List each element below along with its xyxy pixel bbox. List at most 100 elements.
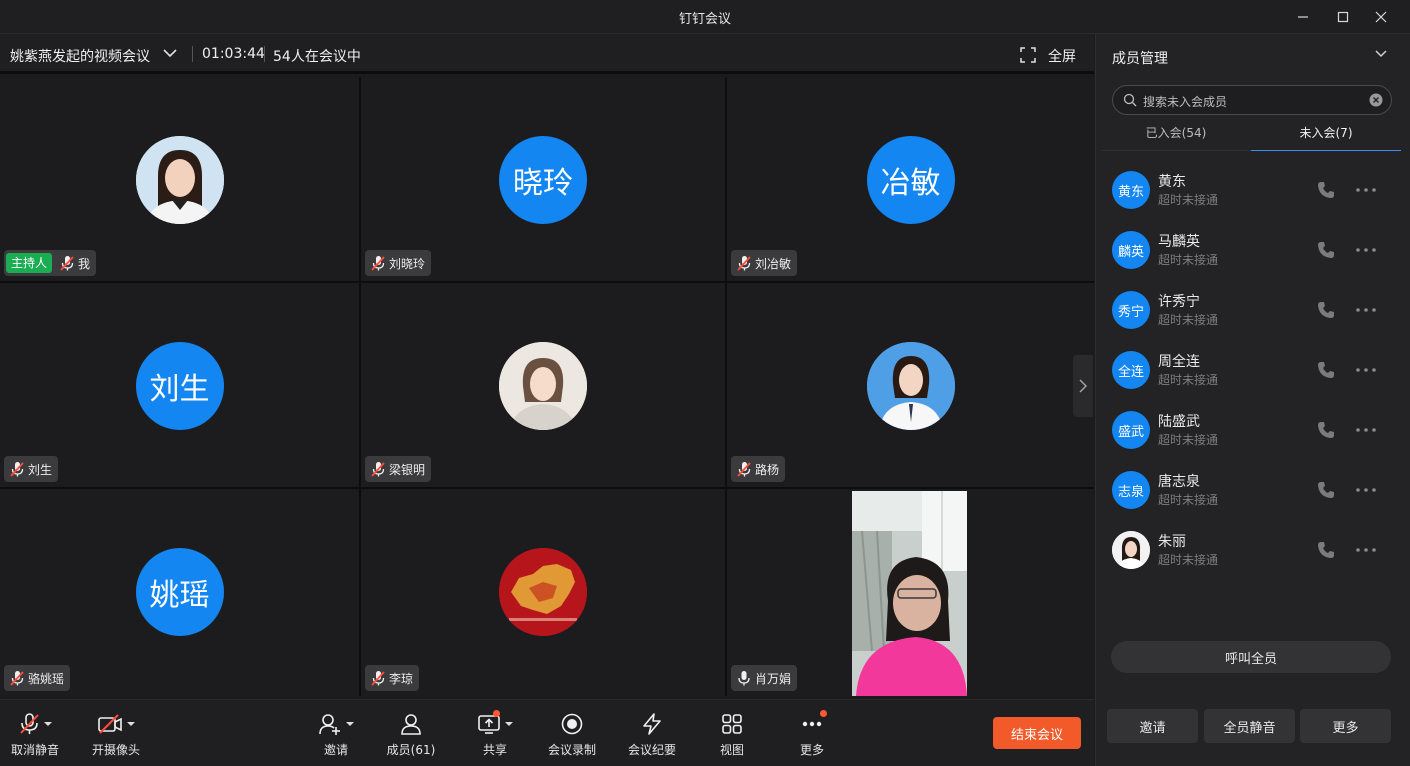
participant-nametag: 主持人 我	[4, 250, 97, 276]
search-input[interactable]: 搜索未入会成员	[1112, 85, 1392, 115]
participant-name: 梁银明	[389, 462, 426, 477]
avatar	[499, 342, 587, 430]
member-status: 超时未接通	[1158, 373, 1219, 387]
more-button[interactable]: 更多	[772, 710, 852, 758]
person-photo-icon	[499, 342, 587, 430]
participant-nametag: 骆姚瑶	[4, 665, 71, 691]
video-tile[interactable]: 主持人 我	[0, 77, 359, 281]
list-item[interactable]: 全连 周全连 超时未接通	[1112, 351, 1396, 411]
participant-name: 骆姚瑶	[28, 671, 65, 686]
mic-muted-icon	[10, 462, 24, 477]
participant-name: 刘冶敏	[755, 256, 792, 271]
more-dots-icon[interactable]	[1354, 240, 1378, 260]
invite-button[interactable]: 邀请	[296, 710, 376, 758]
member-name: 黄东	[1158, 174, 1186, 190]
avatar: 姚瑶	[135, 548, 224, 636]
camera-button[interactable]: 开摄像头	[76, 710, 156, 758]
video-tile[interactable]: 路杨	[727, 283, 1094, 487]
more-dots-icon[interactable]	[1354, 360, 1378, 380]
member-status: 超时未接通	[1158, 193, 1219, 207]
avatar: 冶敏	[866, 136, 955, 224]
avatar: 麟英	[1112, 231, 1150, 269]
minutes-button[interactable]: 会议纪要	[612, 710, 692, 758]
call-all-button[interactable]: 呼叫全员	[1111, 641, 1391, 673]
fullscreen-icon[interactable]	[1020, 47, 1036, 63]
chevron-down-icon[interactable]	[1374, 48, 1388, 60]
video-tile[interactable]: 晓玲 刘晓玲	[361, 77, 725, 281]
fullscreen-button[interactable]: 全屏	[1048, 46, 1076, 66]
caret-down-icon[interactable]	[505, 721, 513, 727]
video-tile[interactable]: 梁银明	[361, 283, 725, 487]
view-button[interactable]: 视图	[692, 710, 772, 758]
end-meeting-button[interactable]: 结束会议	[993, 717, 1081, 749]
chevron-right-icon	[1079, 379, 1087, 393]
caret-down-icon[interactable]	[127, 721, 135, 727]
person-photo-icon	[866, 342, 955, 430]
unmute-button[interactable]: 取消静音	[0, 710, 75, 758]
more-dots-icon[interactable]	[1354, 180, 1378, 200]
live-video-feed	[852, 491, 967, 696]
panel-more-button[interactable]: 更多	[1300, 709, 1391, 743]
more-dots-icon[interactable]	[1354, 480, 1378, 500]
phone-icon[interactable]	[1316, 540, 1336, 560]
mute-all-button[interactable]: 全员静音	[1204, 709, 1295, 743]
panel-title: 成员管理	[1112, 51, 1168, 67]
more-dots-icon[interactable]	[1354, 420, 1378, 440]
phone-icon[interactable]	[1316, 420, 1336, 440]
avatar	[499, 548, 587, 636]
caret-down-icon[interactable]	[44, 721, 52, 727]
chevron-down-icon[interactable]	[162, 47, 178, 59]
phone-icon[interactable]	[1316, 360, 1336, 380]
more-dots-icon[interactable]	[1354, 300, 1378, 320]
caret-down-icon[interactable]	[346, 721, 354, 727]
list-item[interactable]: 秀宁 许秀宁 超时未接通	[1112, 291, 1396, 351]
record-button[interactable]: 会议录制	[532, 710, 612, 758]
minimize-icon	[1298, 16, 1308, 18]
list-item[interactable]: 麟英 马麟英 超时未接通	[1112, 231, 1396, 291]
clear-icon[interactable]	[1369, 93, 1383, 107]
video-tile[interactable]: 冶敏 刘冶敏	[727, 77, 1094, 281]
phone-icon[interactable]	[1316, 180, 1336, 200]
list-item[interactable]: 黄东 黄东 超时未接通	[1112, 171, 1396, 231]
meeting-info-bar: 姚紫燕发起的视频会议 01:03:44 54人在会议中 全屏	[0, 34, 1094, 74]
video-tile[interactable]: 刘生 刘生	[0, 283, 359, 487]
list-item[interactable]: 盛武 陆盛武 超时未接通	[1112, 411, 1396, 471]
participant-name: 李琼	[389, 671, 414, 686]
member-name: 周全连	[1158, 354, 1200, 370]
video-tile[interactable]: 姚瑶 骆姚瑶	[0, 489, 359, 696]
member-status: 超时未接通	[1158, 253, 1219, 267]
tab-joined[interactable]: 已入会(54)	[1101, 124, 1251, 150]
video-tile[interactable]: 肖万娟	[727, 489, 1094, 696]
member-status: 超时未接通	[1158, 433, 1219, 447]
mic-muted-icon	[371, 256, 385, 271]
member-status: 超时未接通	[1158, 553, 1219, 567]
phone-icon[interactable]	[1316, 300, 1336, 320]
more-dots-icon[interactable]	[1354, 540, 1378, 560]
avatar: 全连	[1112, 351, 1150, 389]
add-person-icon	[319, 714, 340, 735]
search-icon	[1123, 93, 1137, 107]
search-placeholder: 搜索未入会成员	[1143, 95, 1228, 109]
meeting-title[interactable]: 姚紫燕发起的视频会议	[10, 46, 150, 66]
next-page-button[interactable]	[1073, 355, 1093, 417]
list-item[interactable]: 朱丽 超时未接通	[1112, 531, 1396, 591]
phone-icon[interactable]	[1316, 480, 1336, 500]
member-status: 超时未接通	[1158, 493, 1219, 507]
members-button[interactable]: 成员(61)	[371, 710, 451, 758]
divider	[264, 46, 265, 62]
avatar: 晓玲	[499, 136, 587, 224]
divider	[192, 46, 193, 62]
video-tile[interactable]: 李琼	[361, 489, 725, 696]
maximize-button[interactable]	[1328, 4, 1358, 30]
minimize-button[interactable]	[1288, 4, 1318, 30]
tab-not-joined[interactable]: 未入会(7)	[1251, 124, 1401, 150]
share-button[interactable]: 共享	[455, 710, 535, 758]
unmute-label: 取消静音	[10, 743, 59, 757]
avatar: 刘生	[135, 342, 224, 430]
list-item[interactable]: 志泉 唐志泉 超时未接通	[1112, 471, 1396, 531]
phone-icon[interactable]	[1316, 240, 1336, 260]
close-window-button[interactable]	[1366, 4, 1396, 30]
record-label: 会议录制	[547, 743, 596, 757]
panel-invite-button[interactable]: 邀请	[1107, 709, 1198, 743]
person-icon	[401, 714, 421, 735]
